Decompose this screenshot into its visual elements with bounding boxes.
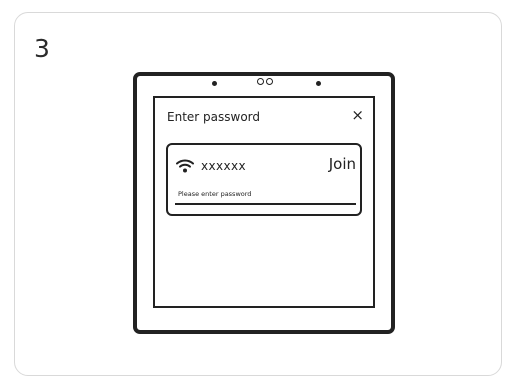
device-screen: Enter password × xxxxxx Join Please ente… bbox=[153, 96, 375, 308]
password-input-underline bbox=[175, 203, 356, 205]
camera-lens-right bbox=[266, 78, 273, 85]
camera-dot-left bbox=[212, 81, 217, 86]
step-number: 3 bbox=[34, 34, 50, 63]
close-icon[interactable]: × bbox=[351, 108, 364, 123]
wifi-network-card: xxxxxx Join Please enter password bbox=[166, 143, 362, 216]
camera-dot-right bbox=[316, 81, 321, 86]
device-frame: Enter password × xxxxxx Join Please ente… bbox=[133, 72, 395, 334]
network-name: xxxxxx bbox=[201, 159, 247, 173]
password-input[interactable]: Please enter password bbox=[178, 190, 251, 198]
camera-lens-pair bbox=[257, 78, 273, 85]
dialog-title: Enter password bbox=[167, 110, 260, 124]
camera-lens-left bbox=[257, 78, 264, 85]
wifi-icon bbox=[176, 159, 194, 173]
join-button[interactable]: Join bbox=[329, 155, 356, 173]
